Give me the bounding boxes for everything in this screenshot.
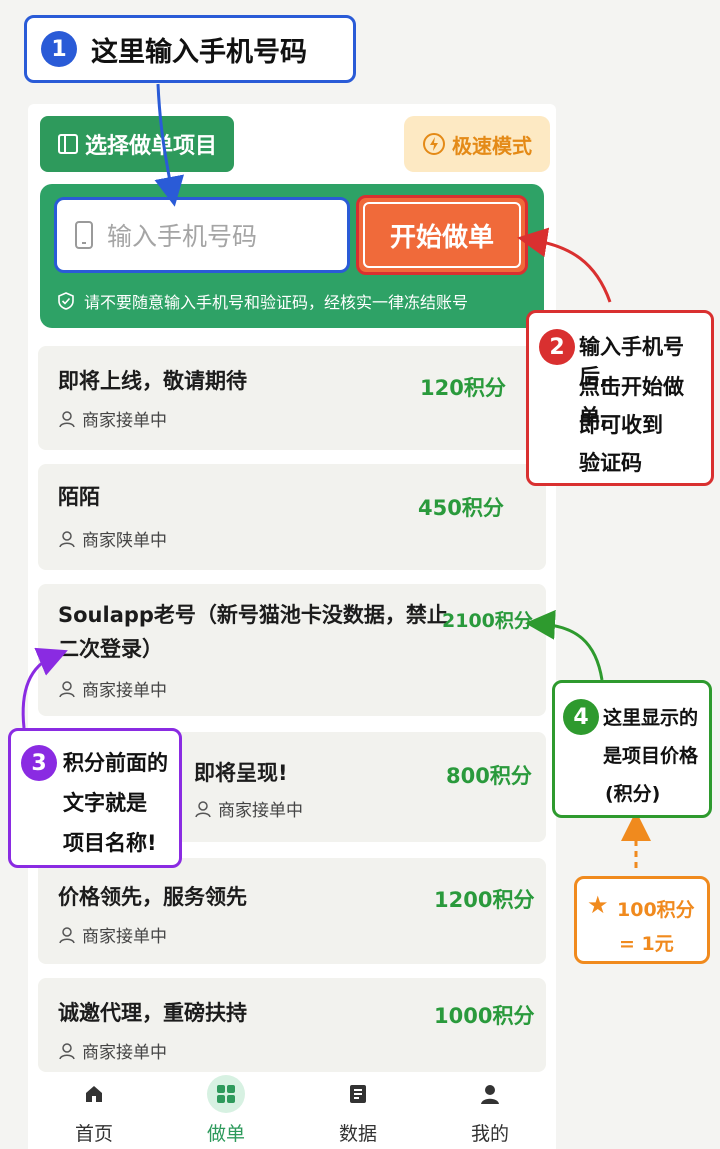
warning-notice: 请不要随意输入手机号和验证码，经核实一律冻结账号 [56,289,536,313]
speed-mode-label: 极速模式 [452,133,532,158]
project-card[interactable]: 诚邀代理，重磅扶持 商家接单中 1000积分 [38,978,546,1072]
project-title: 价格领先，服务领先 [58,885,247,909]
project-price: 1000积分 [434,1004,535,1028]
start-order-button[interactable]: 开始做单 [356,195,528,275]
project-price: 800积分 [446,764,532,788]
project-status: 商家接单中 [58,676,167,701]
project-price: 450积分 [418,496,504,520]
nav-label: 做单 [206,1123,245,1145]
annotation-5-line: 100积分 [617,899,695,921]
project-status: 商家接单中 [58,922,167,947]
phone-number-placeholder: 输入手机号码 [107,222,258,251]
merchant-icon [59,410,75,427]
lightning-icon [423,133,445,155]
annotation-3: 3 积分前面的 文字就是 项目名称! [8,728,182,868]
book-icon [57,134,78,154]
project-status: 商家接单中 [58,1038,167,1063]
nav-item-home[interactable]: 首页 [34,1072,154,1149]
project-price: 1200积分 [434,888,535,912]
annotation-4-line: 这里显示的 [603,707,699,729]
project-status-text: 商家陕单中 [82,531,167,551]
annotation-3-badge: 3 [21,745,57,781]
project-status: 商家接单中 [58,406,167,431]
project-status-text: 商家接单中 [82,1043,167,1063]
annotation-3-line: 积分前面的 [63,751,168,775]
annotation-2: 2 输入手机号后, 点击开始做单, 即可收到 验证码 [526,310,714,486]
project-status: 商家陕单中 [58,526,167,551]
project-status-text: 商家接单中 [82,927,167,947]
user-icon [471,1075,509,1113]
merchant-icon [59,530,75,547]
project-card[interactable]: 陌陌 商家陕单中 450积分 [38,464,546,570]
annotation-4-line: (积分) [605,783,661,805]
phone-number-input[interactable]: 输入手机号码 [54,197,350,273]
annotation-1-badge: 1 [41,31,77,67]
project-status-text: 商家接单中 [82,681,167,701]
merchant-icon [59,1042,75,1059]
project-title: 诚邀代理，重磅扶持 [58,1001,247,1025]
annotation-5: ★ 100积分 = 1元 [574,876,710,964]
project-price: 2100积分 [442,610,533,632]
annotation-2-line: 即可收到 [579,413,663,437]
annotation-3-line: 文字就是 [63,791,147,815]
mobile-phone-icon [75,221,93,249]
project-title-line-2: 二次登录） [58,637,163,661]
merchant-icon [59,680,75,697]
select-project-label: 选择做单项目 [84,134,217,159]
nav-item-orders[interactable]: 做单 [166,1072,286,1149]
annotation-4-badge: 4 [563,699,599,735]
start-order-label: 开始做单 [389,222,494,253]
project-card[interactable]: 价格领先，服务领先 商家接单中 1200积分 [38,858,546,964]
project-price: 120积分 [420,376,506,400]
document-icon [339,1075,377,1113]
annotation-5-line: = 1元 [619,933,674,955]
annotation-2-line: 验证码 [579,451,642,475]
home-icon [75,1075,113,1113]
project-status-text: 商家接单中 [218,801,303,821]
nav-label: 首页 [74,1123,113,1145]
project-status: 商家接单中 [194,796,303,821]
project-title: 即将呈现! [194,761,288,785]
grid-icon [207,1075,245,1113]
nav-item-mine[interactable]: 我的 [430,1072,550,1149]
annotation-4-line: 是项目价格 [603,745,699,767]
warning-text: 请不要随意输入手机号和验证码，经核实一律冻结账号 [84,293,469,312]
project-card[interactable]: 即将上线，敬请期待 商家接单中 120积分 [38,346,546,450]
project-status-text: 商家接单中 [82,411,167,431]
select-project-button[interactable]: 选择做单项目 [40,116,234,172]
speed-mode-button[interactable]: 极速模式 [404,116,550,172]
nav-label: 数据 [338,1123,377,1145]
star-icon: ★ [587,891,609,919]
merchant-icon [59,926,75,943]
annotation-1: 1 这里输入手机号码 [24,15,356,83]
project-title: 陌陌 [58,485,100,509]
project-title: 即将上线，敬请期待 [58,369,247,393]
project-title-line-1: Soulapp老号（新号猫池卡没数据，禁止 [58,603,448,627]
annotation-4: 4 这里显示的 是项目价格 (积分) [552,680,712,818]
shield-check-icon [58,292,74,310]
annotation-2-badge: 2 [539,329,575,365]
nav-label: 我的 [470,1123,509,1145]
merchant-icon [195,800,211,817]
annotation-3-line: 项目名称! [63,831,157,855]
bottom-nav: 首页 做单 数据 我的 [28,1072,556,1149]
annotation-1-text: 这里输入手机号码 [91,36,307,68]
project-card[interactable]: Soulapp老号（新号猫池卡没数据，禁止 二次登录） 商家接单中 2100积分 [38,584,546,716]
nav-item-data[interactable]: 数据 [298,1072,418,1149]
